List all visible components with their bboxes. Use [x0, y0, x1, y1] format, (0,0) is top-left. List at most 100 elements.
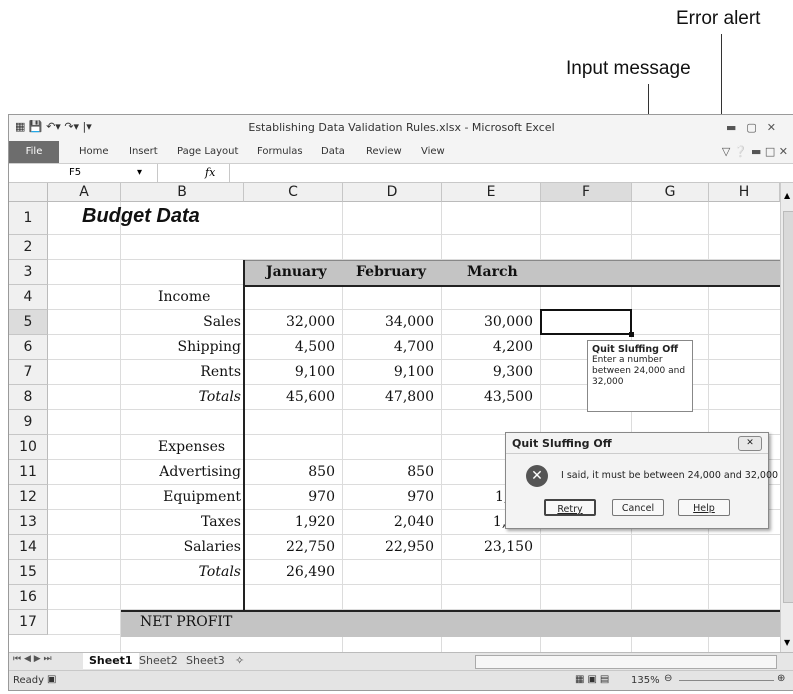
row-label: Equipment — [163, 489, 241, 505]
column-header-h[interactable]: H — [709, 183, 780, 202]
sheet-tab[interactable]: Sheet3 — [186, 653, 225, 669]
totals-label: Totals — [198, 564, 241, 580]
dialog-title-bar: Quit Sluffing Off ✕ — [506, 433, 768, 454]
input-message-body: Enter a number between 24,000 and 32,000 — [592, 355, 686, 387]
column-header-d[interactable]: D — [343, 183, 442, 202]
gridline — [48, 309, 780, 310]
value-cell: 9,100 — [294, 364, 335, 380]
formula-input[interactable] — [229, 164, 780, 182]
row-header[interactable]: 4 — [9, 285, 48, 310]
row-header[interactable]: 7 — [9, 360, 48, 385]
value-cell: 2,040 — [393, 514, 434, 530]
tab-file[interactable]: File — [9, 141, 59, 163]
horizontal-scrollbar[interactable] — [475, 655, 777, 669]
totals-label: Totals — [198, 389, 241, 405]
tab-data[interactable]: Data — [321, 146, 345, 157]
row-header[interactable]: 5 — [9, 310, 48, 335]
value-cell: 4,700 — [393, 339, 434, 355]
row-header[interactable]: 8 — [9, 385, 48, 410]
scroll-thumb[interactable] — [783, 211, 793, 603]
retry-button[interactable]: Retry — [544, 499, 596, 516]
column-header-b[interactable]: B — [121, 183, 244, 202]
value-cell: 22,750 — [286, 539, 335, 555]
zoom-level[interactable]: 135% — [631, 675, 660, 686]
dialog-title: Quit Sluffing Off — [512, 437, 612, 450]
column-header-f[interactable]: F — [541, 183, 632, 202]
sheet-tab[interactable]: Sheet2 — [139, 653, 178, 669]
fill-handle[interactable] — [629, 332, 634, 337]
select-all-corner[interactable] — [9, 183, 48, 202]
ribbon-controls[interactable]: ▽ ❔ ▬ □ ✕ — [722, 145, 788, 158]
value-cell: 4,200 — [492, 339, 533, 355]
scroll-down-icon[interactable]: ▼ — [784, 638, 790, 647]
row-header[interactable]: 17 — [9, 610, 48, 635]
vertical-scrollbar[interactable]: ▲ ▼ — [780, 183, 793, 652]
tab-formulas[interactable]: Formulas — [257, 146, 303, 157]
macro-record-icon[interactable]: ▣ — [47, 674, 56, 685]
value-cell: 32,000 — [286, 314, 335, 330]
tab-insert[interactable]: Insert — [129, 146, 158, 157]
excel-window: ▦ 💾 ↶▾ ↷▾ |▾ Establishing Data Validatio… — [8, 114, 793, 691]
close-icon[interactable]: ✕ — [738, 436, 762, 451]
row-header[interactable]: 13 — [9, 510, 48, 535]
zoom-in-icon[interactable]: ⊕ — [777, 673, 785, 684]
value-cell: 30,000 — [484, 314, 533, 330]
gridline — [48, 334, 780, 335]
gridline — [48, 559, 780, 560]
row-header[interactable]: 1 — [9, 202, 48, 235]
active-cell-f5[interactable] — [540, 309, 632, 335]
window-controls[interactable]: ▬▢✕ — [726, 121, 786, 134]
row-header[interactable]: 11 — [9, 460, 48, 485]
tab-view[interactable]: View — [421, 146, 445, 157]
row-header[interactable]: 2 — [9, 235, 48, 260]
value-cell: 970 — [407, 489, 434, 505]
value-cell: 850 — [407, 464, 434, 480]
sheet-title: Budget Data — [82, 205, 200, 227]
sheet-tab-active[interactable]: Sheet1 — [83, 653, 139, 669]
gridline — [48, 534, 780, 535]
help-button[interactable]: Help — [678, 499, 730, 516]
row-header[interactable]: 16 — [9, 585, 48, 610]
input-message-tooltip: Quit Sluffing Off Enter a number between… — [587, 340, 693, 412]
column-header-a[interactable]: A — [48, 183, 121, 202]
tab-home[interactable]: Home — [79, 146, 109, 157]
formula-bar: F5 ▾ fx — [9, 164, 793, 183]
scroll-up-icon[interactable]: ▲ — [784, 191, 790, 200]
cancel-button[interactable]: Cancel — [612, 499, 664, 516]
value-cell: 23,150 — [484, 539, 533, 555]
month-header: March — [467, 264, 518, 280]
total-cell: 26,490 — [286, 564, 335, 580]
row-header[interactable]: 10 — [9, 435, 48, 460]
row-header[interactable]: 6 — [9, 335, 48, 360]
column-header-c[interactable]: C — [244, 183, 343, 202]
tab-review[interactable]: Review — [366, 146, 402, 157]
row-label: Salaries — [183, 539, 241, 555]
column-header-e[interactable]: E — [442, 183, 541, 202]
table-border — [243, 260, 245, 611]
row-header[interactable]: 15 — [9, 560, 48, 585]
value-cell: 9,300 — [492, 364, 533, 380]
insert-sheet-icon[interactable]: ✧ — [235, 653, 244, 669]
tab-page-layout[interactable]: Page Layout — [177, 146, 238, 157]
ribbon-tabs: File Home Insert Page Layout Formulas Da… — [9, 141, 793, 164]
sheet-nav-icon[interactable]: ⏮ ◀ ▶ ⏭ — [13, 654, 52, 664]
column-header-g[interactable]: G — [632, 183, 709, 202]
row-label: Taxes — [201, 514, 241, 530]
row-header[interactable]: 12 — [9, 485, 48, 510]
name-box[interactable]: F5 ▾ — [9, 164, 158, 182]
view-buttons[interactable]: ▦▣▤ — [575, 674, 612, 685]
error-x-icon: ✕ — [526, 465, 548, 487]
zoom-out-icon[interactable]: ⊖ — [664, 673, 672, 684]
sheet-tab-bar: ⏮ ◀ ▶ ⏭ Sheet1 Sheet2 Sheet3 ✧ — [9, 652, 793, 670]
row-header[interactable]: 9 — [9, 410, 48, 435]
total-cell: 47,800 — [385, 389, 434, 405]
name-box-dropdown-icon[interactable]: ▾ — [137, 167, 142, 178]
row-label: Shipping — [177, 339, 241, 355]
title-bar: ▦ 💾 ↶▾ ↷▾ |▾ Establishing Data Validatio… — [9, 115, 793, 141]
income-label: Income — [158, 289, 211, 305]
row-header[interactable]: 3 — [9, 260, 48, 285]
function-icon[interactable]: fx — [205, 166, 215, 179]
row-header[interactable]: 14 — [9, 535, 48, 560]
zoom-slider[interactable] — [679, 680, 774, 681]
row-label: Advertising — [159, 464, 241, 480]
